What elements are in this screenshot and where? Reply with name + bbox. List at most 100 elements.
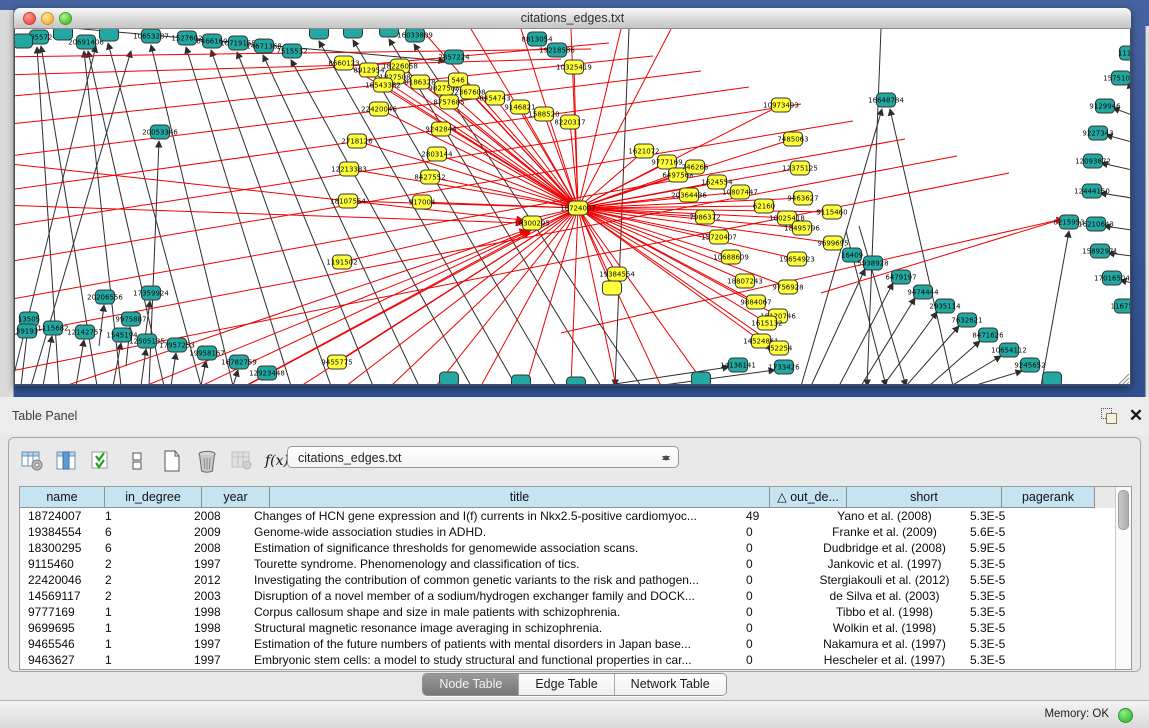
svg-text:1588520: 1588520 [528, 111, 559, 119]
table-cell: 2008 [186, 540, 246, 556]
table-row[interactable]: 2242004622012Investigating the contribut… [20, 572, 1131, 588]
window-title: citations_edges.txt [14, 8, 1131, 28]
graph-node[interactable] [310, 29, 329, 39]
table-cell: 0 [738, 604, 807, 620]
svg-text:1115682: 1115682 [37, 325, 68, 333]
column-header-year[interactable]: year [202, 487, 270, 508]
svg-text:917004: 917004 [409, 199, 436, 207]
svg-text:9115460: 9115460 [816, 209, 847, 217]
svg-text:18724007: 18724007 [560, 205, 596, 213]
table-column-icon[interactable] [54, 448, 80, 474]
table-row[interactable]: 946554611997Estimation of the future num… [20, 636, 1131, 652]
table-settings-icon[interactable] [19, 448, 45, 474]
column-header-title[interactable]: title [270, 487, 770, 508]
table-row[interactable]: 911546021997Tourette syndrome. Phenomeno… [20, 556, 1131, 572]
svg-text:16409: 16409 [841, 252, 863, 260]
table-cell: 5.3E-5 [962, 604, 1047, 620]
svg-text:16543382: 16543382 [365, 82, 401, 90]
table-cell: 19384554 [20, 524, 97, 540]
float-panel-icon[interactable] [1101, 408, 1117, 424]
svg-text:22420046: 22420046 [361, 106, 397, 114]
table-cell: 9115460 [20, 556, 97, 572]
svg-text:8471626: 8471626 [972, 332, 1004, 340]
column-header-pagerank[interactable]: pagerank [1002, 487, 1095, 508]
resize-grip-icon[interactable] [1119, 374, 1129, 384]
svg-text:116753: 116753 [1111, 303, 1130, 311]
column-header-short[interactable]: short [847, 487, 1002, 508]
graph-node[interactable] [100, 29, 119, 41]
svg-text:15751074: 15751074 [1103, 75, 1130, 83]
column-header-out_de[interactable]: △ out_de... [770, 487, 847, 508]
table-source-select[interactable]: citations_edges.txt [287, 446, 679, 468]
graph-node[interactable] [440, 372, 459, 384]
select-spinner-icon [661, 450, 670, 466]
memory-status-label: Memory: OK [1044, 701, 1109, 728]
svg-text:7485063: 7485063 [777, 136, 808, 144]
svg-text:9129946: 9129946 [1089, 103, 1121, 111]
vertical-scrollbar[interactable] [1115, 487, 1131, 669]
table-cell: 0 [738, 540, 807, 556]
right-frame-strip [1145, 26, 1149, 397]
new-document-icon[interactable] [159, 448, 185, 474]
network-canvas[interactable]: 1405572420691406106532871527602646616010… [14, 29, 1131, 385]
svg-text:6479197: 6479197 [885, 274, 916, 282]
table-cell: 2 [97, 556, 186, 572]
table-row[interactable]: 977716911998Corpus callosum shape and si… [20, 604, 1131, 620]
graph-node[interactable] [692, 372, 711, 384]
tab-node-table[interactable]: Node Table [423, 674, 519, 695]
table-row[interactable]: 1938455462009Genome-wide association stu… [20, 524, 1131, 540]
rows-icon[interactable] [124, 448, 150, 474]
table-row[interactable]: 1830029562008Estimation of significance … [20, 540, 1131, 556]
table-disabled-icon[interactable] [229, 448, 255, 474]
delete-icon[interactable] [194, 448, 220, 474]
table-row[interactable]: 946362711997Embryonic stem cells: a mode… [20, 652, 1131, 668]
window-titlebar[interactable]: citations_edges.txt [14, 8, 1131, 29]
column-header-name[interactable]: name [20, 487, 105, 508]
svg-text:1733426: 1733426 [768, 364, 800, 372]
svg-text:9699695: 9699695 [817, 240, 848, 248]
graph-node[interactable] [567, 377, 586, 384]
table-cell: 5.3E-5 [962, 588, 1047, 604]
graph-node[interactable] [15, 34, 33, 48]
table-cell: 1 [97, 652, 186, 668]
table-cell: 5.6E-5 [962, 524, 1047, 540]
svg-text:18495796: 18495796 [784, 225, 820, 233]
network-graph[interactable]: 1405572420691406106532871527602646616010… [15, 29, 1130, 384]
graph-node[interactable] [1043, 372, 1062, 384]
table-row[interactable]: 1872400712008Changes of HCN gene express… [20, 508, 1131, 524]
table-cell: 0 [738, 572, 807, 588]
table-cell: Investigating the contribution of common… [246, 572, 738, 588]
close-panel-icon[interactable]: ✕ [1127, 405, 1145, 427]
table-select-icon[interactable] [89, 448, 115, 474]
table-source-value: citations_edges.txt [298, 451, 402, 465]
graph-node[interactable] [512, 375, 531, 384]
table-panel-header: Table Panel ✕ [0, 397, 1149, 435]
table-row[interactable]: 1456911722003Disruption of a novel membe… [20, 588, 1131, 604]
graph-node[interactable] [603, 281, 622, 295]
table-cell: 5.3E-5 [962, 636, 1047, 652]
graph-node[interactable] [344, 29, 363, 38]
table-cell: 49 [738, 508, 807, 524]
svg-text:10654112: 10654112 [991, 347, 1027, 355]
table-cell: 2012 [186, 572, 246, 588]
column-header-in_degree[interactable]: in_degree [105, 487, 202, 508]
svg-text:9242844: 9242844 [425, 126, 457, 134]
table-cell: 9465546 [20, 636, 97, 652]
svg-text:9884067: 9884067 [740, 299, 771, 307]
table-cell: 0 [738, 588, 807, 604]
graph-node[interactable] [380, 29, 399, 37]
scrollbar-thumb[interactable] [1118, 490, 1129, 530]
table-cell: 0 [738, 636, 807, 652]
svg-text:12923448: 12923448 [249, 370, 285, 378]
svg-text:10807447: 10807447 [722, 189, 758, 197]
tab-edge-table[interactable]: Edge Table [519, 674, 614, 695]
table-cell: Genome-wide association studies in ADHD. [246, 524, 738, 540]
table-cell: 5.3E-5 [962, 556, 1047, 572]
table-row[interactable]: 969969511998Structural magnetic resonanc… [20, 620, 1131, 636]
table-header-row: namein_degreeyeartitle△ out_de...shortpa… [20, 487, 1131, 508]
svg-text:19384554: 19384554 [599, 271, 635, 279]
tab-network-table[interactable]: Network Table [615, 674, 726, 695]
svg-text:8813054: 8813054 [521, 36, 553, 44]
table-cell: Changes of HCN gene expression and I(f) … [246, 508, 738, 524]
table-cell: Yano et al. (2008) [807, 508, 962, 524]
